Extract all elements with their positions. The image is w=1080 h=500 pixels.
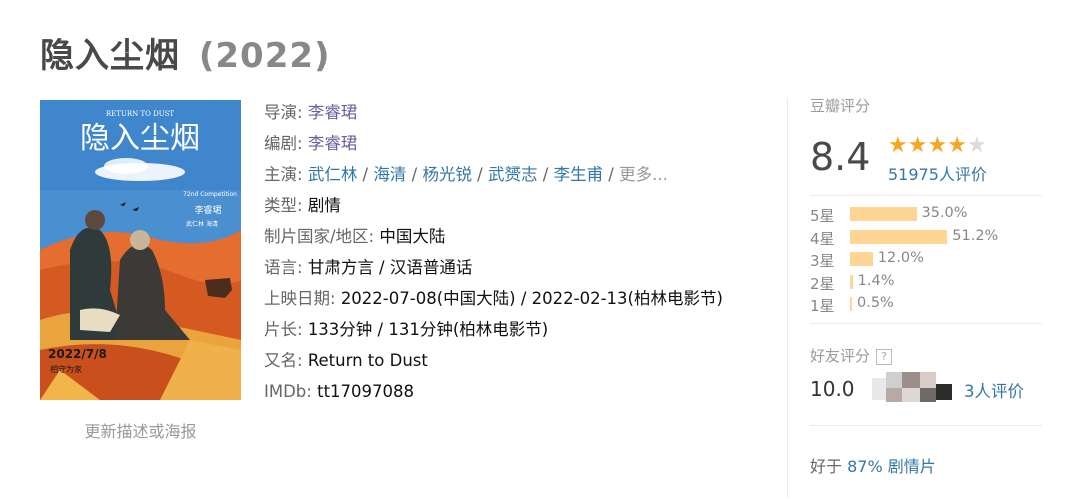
movie-name: 隐入尘烟 xyxy=(40,36,180,76)
friend-votes-link[interactable]: 3人评价 xyxy=(964,378,1024,402)
update-poster-link[interactable]: 更新描述或海报 xyxy=(40,418,241,442)
rating-row: 3星 12.0% xyxy=(810,248,1050,271)
rating-header: 豆瓣评分 xyxy=(810,97,871,115)
runtime-row: 片长: 133分钟 / 131分钟(柏林电影节) xyxy=(264,314,744,345)
cast-label: 主演 xyxy=(264,165,297,184)
writer-label: 编剧 xyxy=(264,134,297,153)
better-than-percent[interactable]: 87% xyxy=(847,457,883,476)
rating-score: 8.4 xyxy=(810,135,871,179)
rating-percent: 35.0% xyxy=(921,205,968,221)
rating-bar xyxy=(850,274,853,289)
cast-link-3[interactable]: 杨光锐 xyxy=(422,165,472,184)
avatar xyxy=(902,372,920,388)
genre-row: 类型: 剧情 xyxy=(264,190,744,221)
cast-row: 主演: 武仁林 / 海清 / 杨光锐 / 武赟志 / 李生甫 / 更多... xyxy=(264,165,668,184)
cast-link-1[interactable]: 武仁林 xyxy=(308,165,358,184)
rating-level: 2星 xyxy=(810,274,835,293)
aka-label: 又名: xyxy=(264,351,303,370)
rating-bar xyxy=(850,252,873,266)
cast-more-link[interactable]: 更多... xyxy=(619,165,668,184)
page-title: 隐入尘烟 (2022) xyxy=(40,28,331,77)
genre-value: 剧情 xyxy=(307,196,341,215)
rating-percent: 51.2% xyxy=(952,227,999,244)
rating-row: 5星 35.0% xyxy=(810,203,1050,226)
writer-link[interactable]: 李睿珺 xyxy=(308,134,358,153)
rating-row: 2星 1.4% xyxy=(810,271,1050,294)
language-value: 甘肃方言 / 汉语普通话 xyxy=(307,258,473,277)
rating-level: 1星 xyxy=(810,297,835,315)
better-than: 好于 87% 剧情片 xyxy=(810,457,936,476)
director-row: 导演: 李睿珺 xyxy=(264,103,358,122)
release-label: 上映日期: xyxy=(264,289,336,308)
avatar xyxy=(920,388,936,402)
release-row: 上映日期: 2022-07-08(中国大陆) / 2022-02-13(柏林电影… xyxy=(264,283,744,314)
avatar xyxy=(936,384,952,400)
country-row: 制片国家/地区: 中国大陆 xyxy=(264,221,744,252)
rating-panel: 豆瓣评分 8.4 ★★★★★ 51975人评价 5星 35.0% 4星 51.2… xyxy=(810,95,1050,476)
imdb-label: IMDb: xyxy=(264,382,312,401)
runtime-value: 133分钟 / 131分钟(柏林电影节) xyxy=(307,320,549,339)
star-icon: ★ xyxy=(947,133,967,158)
poster-badge: 72nd Competition xyxy=(183,191,237,198)
aka-value: Return to Dust xyxy=(307,351,428,370)
rating-bar xyxy=(850,207,917,221)
avatar xyxy=(886,388,902,402)
avatar xyxy=(920,372,936,388)
imdb-row: IMDb: tt17097088 xyxy=(264,376,744,407)
director-label: 导演 xyxy=(264,103,297,122)
rating-bar xyxy=(850,229,948,244)
rating-bar xyxy=(850,297,852,311)
rating-divider xyxy=(810,195,1042,196)
poster-cast-credit: 武仁林 海清 xyxy=(186,220,218,228)
poster-chinese-title: 隐入尘烟 xyxy=(80,121,200,156)
rating-votes-link[interactable]: 51975人评价 xyxy=(888,161,987,185)
avatar xyxy=(902,388,920,402)
rating-level: 3星 xyxy=(810,252,835,270)
rating-percent: 12.0% xyxy=(877,250,924,266)
language-label: 语言: xyxy=(264,258,303,277)
rating-stars: ★★★★★ xyxy=(888,133,987,158)
aka-row: 又名: Return to Dust xyxy=(264,345,744,376)
poster-director-credit: 李睿珺 xyxy=(194,204,221,216)
movie-info: 导演: 李睿珺 编剧: 李睿珺 主演: 武仁林 / 海清 / 杨光锐 / 武赟志… xyxy=(264,97,744,407)
friend-score: 10.0 xyxy=(810,377,855,401)
star-icon: ★ xyxy=(927,133,948,158)
avatar xyxy=(872,378,886,400)
rating-level: 5星 xyxy=(810,207,835,225)
cast-link-4[interactable]: 武赟志 xyxy=(488,165,538,184)
better-divider xyxy=(810,425,1042,426)
rating-row: 4星 51.2% xyxy=(810,226,1050,249)
language-row: 语言: 甘肃方言 / 汉语普通话 xyxy=(264,252,744,283)
star-icon: ★ xyxy=(907,133,928,158)
writer-row: 编剧: 李睿珺 xyxy=(264,134,358,153)
cast-link-5[interactable]: 李生甫 xyxy=(554,165,604,184)
rating-distribution: 5星 35.0% 4星 51.2% 3星 12.0% 2星 1.4% 1星 0.… xyxy=(810,203,1050,316)
friend-rating-header: 好友评分? xyxy=(810,345,893,366)
movie-poster[interactable]: RETURN TO DUST 隐入尘烟 72nd Competition 李睿珺… xyxy=(40,100,241,400)
imdb-value: tt17097088 xyxy=(317,382,415,401)
rating-percent: 1.4% xyxy=(857,272,895,289)
rating-percent: 0.5% xyxy=(857,295,894,311)
rating-row: 1星 0.5% xyxy=(810,293,1050,316)
help-icon[interactable]: ? xyxy=(876,349,893,365)
section-divider xyxy=(787,98,788,498)
star-empty-icon: ★ xyxy=(966,133,987,158)
country-label: 制片国家/地区: xyxy=(264,227,375,246)
better-than-genre-link[interactable]: 剧情片 xyxy=(888,457,936,476)
release-value: 2022-07-08(中国大陆) / 2022-02-13(柏林电影节) xyxy=(340,289,723,308)
runtime-label: 片长: xyxy=(264,320,303,339)
country-value: 中国大陆 xyxy=(379,227,446,246)
director-link[interactable]: 李睿珺 xyxy=(308,103,358,122)
star-icon: ★ xyxy=(888,133,908,158)
cast-link-2[interactable]: 海清 xyxy=(373,165,406,184)
genre-label: 类型: xyxy=(264,196,303,215)
friend-avatars[interactable] xyxy=(872,372,958,402)
poster-date: 2022/7/8 xyxy=(48,347,107,361)
friend-divider xyxy=(810,323,1042,324)
rating-level: 4星 xyxy=(810,229,835,248)
movie-year: (2022) xyxy=(198,36,331,76)
poster-english-title: RETURN TO DUST xyxy=(106,110,175,118)
poster-tagline: 相守为家 xyxy=(50,364,82,374)
avatar xyxy=(886,372,902,388)
